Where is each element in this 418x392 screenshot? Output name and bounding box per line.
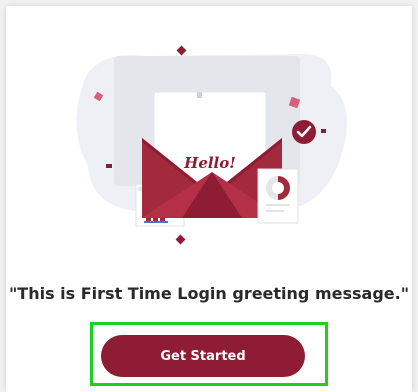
greeting-message: "This is First Time Login greeting messa… bbox=[8, 284, 410, 303]
check-badge-icon bbox=[292, 120, 316, 144]
confetti-piece bbox=[106, 164, 112, 168]
letter-greeting: Hello! bbox=[183, 154, 236, 172]
confetti-piece bbox=[175, 234, 186, 245]
confetti-piece bbox=[321, 129, 326, 133]
confetti-piece bbox=[176, 45, 187, 56]
get-started-button[interactable]: Get Started bbox=[101, 335, 305, 377]
welcome-illustration: Hello! bbox=[76, 45, 347, 245]
donut-chart-icon bbox=[257, 168, 299, 224]
